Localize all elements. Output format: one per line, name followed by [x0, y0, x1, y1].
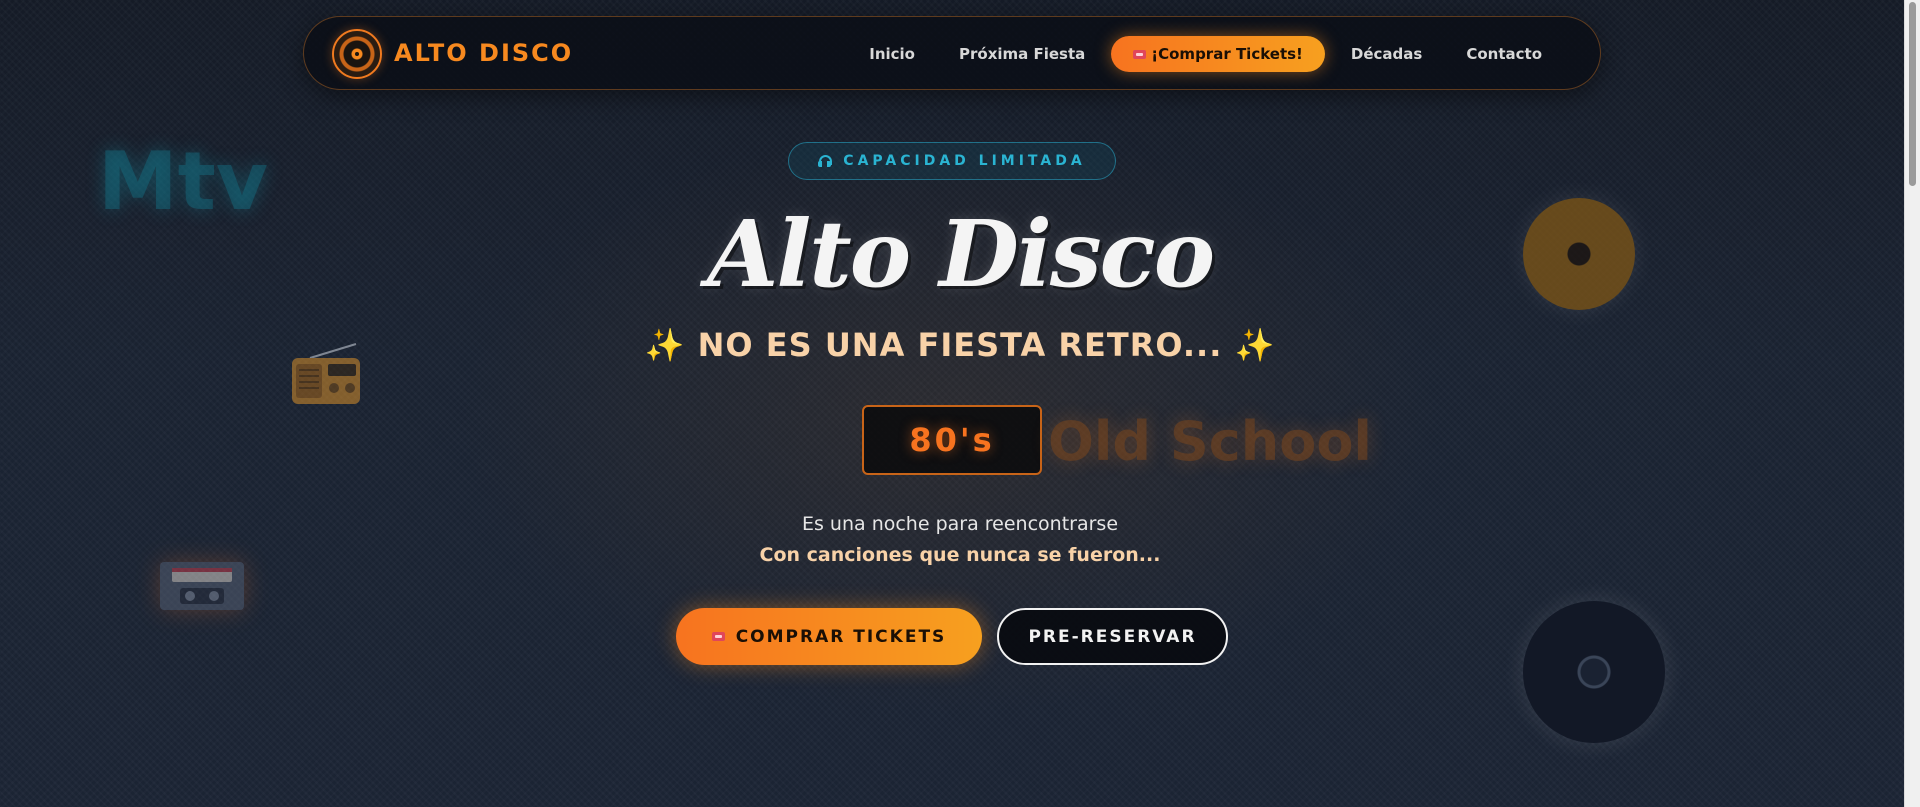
- capacity-badge: CAPACIDAD LIMITADA: [788, 142, 1116, 180]
- nav-buy-tickets-label: ¡Comprar Tickets!: [1151, 45, 1303, 63]
- nav-links: Inicio Próxima Fiesta ¡Comprar Tickets! …: [847, 36, 1564, 72]
- sparkles-icon: ✨: [1234, 326, 1276, 364]
- hero-title: Alto Disco: [706, 200, 1215, 308]
- capacity-badge-label: CAPACIDAD LIMITADA: [843, 153, 1086, 169]
- vinyl-logo-icon[interactable]: [332, 29, 382, 79]
- nav-buy-tickets-button[interactable]: ¡Comprar Tickets!: [1111, 36, 1325, 72]
- brand-name[interactable]: ALTO DISCO: [394, 39, 573, 67]
- hero-tagline: ✨ NO ES UNA FIESTA RETRO... ✨: [560, 326, 1360, 364]
- vhs-tape-icon: [160, 562, 244, 610]
- pre-reserve-button[interactable]: PRE-RESERVAR: [997, 608, 1228, 665]
- ticket-icon: [711, 632, 725, 641]
- nav-link-decadas[interactable]: Décadas: [1329, 37, 1444, 71]
- buy-tickets-button[interactable]: COMPRAR TICKETS: [676, 608, 982, 665]
- buy-tickets-label: COMPRAR TICKETS: [735, 626, 947, 647]
- sparkles-icon: ✨: [644, 326, 686, 364]
- hero-intro-strong: Con canciones que nunca se fueron...: [759, 544, 1161, 566]
- decade-next: Old School: [1048, 410, 1372, 473]
- nav-link-inicio[interactable]: Inicio: [847, 37, 937, 71]
- nav-link-proxima-fiesta[interactable]: Próxima Fiesta: [937, 37, 1107, 71]
- vertical-scrollbar[interactable]: [1904, 0, 1920, 807]
- hero-tagline-text: NO ES UNA FIESTA RETRO...: [697, 326, 1223, 364]
- nav-link-contacto[interactable]: Contacto: [1444, 37, 1564, 71]
- ticket-icon: [1133, 49, 1147, 59]
- hero-intro: Es una noche para reencontrarse: [801, 513, 1119, 535]
- headphones-icon: [818, 155, 833, 167]
- vinyl-record-icon: [1523, 601, 1665, 743]
- navbar: ALTO DISCO Inicio Próxima Fiesta ¡Compra…: [303, 16, 1601, 90]
- page: Mtv ALTO DISCO Inicio Próxima Fiesta ¡Co…: [0, 0, 1920, 807]
- mtv-decoration: Mtv: [98, 135, 268, 228]
- decade-current: 80's: [862, 405, 1042, 475]
- vinyl-record-icon: [1523, 198, 1635, 310]
- radio-icon: [292, 343, 360, 404]
- scrollbar-thumb[interactable]: [1909, 2, 1916, 186]
